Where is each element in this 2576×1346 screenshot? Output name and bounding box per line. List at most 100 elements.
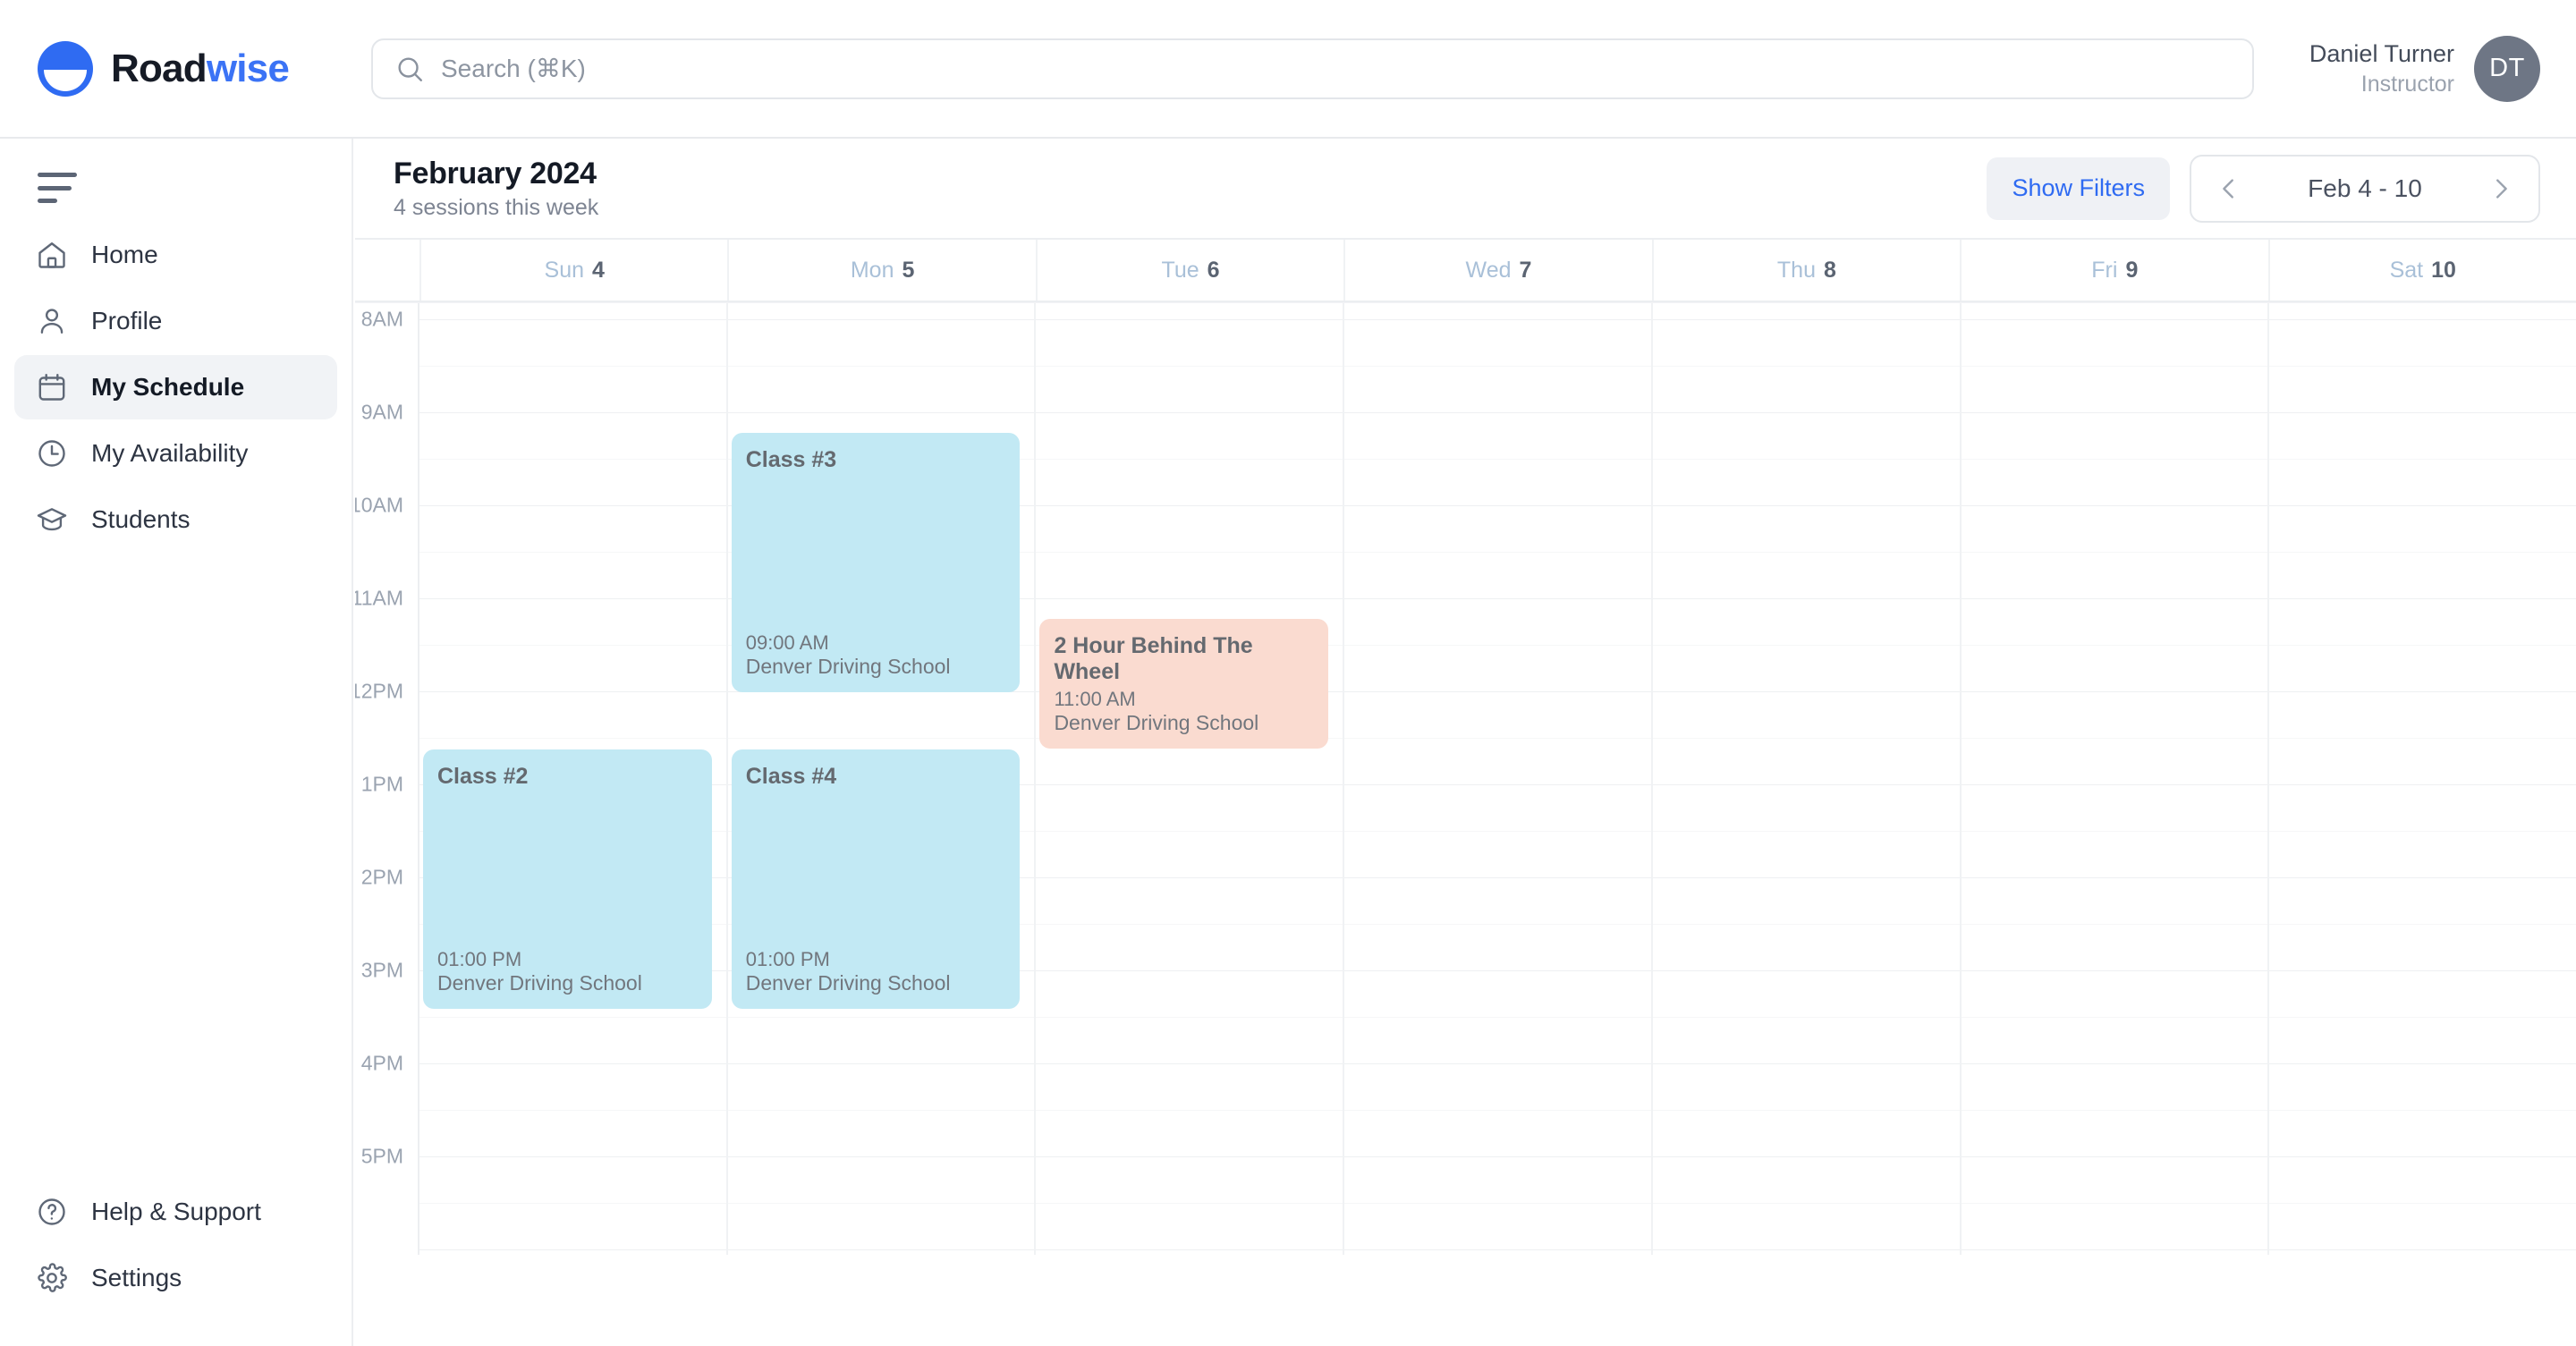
half-hour-line xyxy=(1652,1017,1960,1018)
half-hour-line xyxy=(727,738,1035,739)
half-hour-line xyxy=(1344,1203,1651,1204)
day-header-tue[interactable]: Tue 6 xyxy=(1035,240,1343,301)
next-week-icon[interactable] xyxy=(2483,171,2519,207)
half-hour-line xyxy=(1961,645,2268,646)
avatar[interactable]: DT xyxy=(2474,35,2540,102)
calendar-event[interactable]: Class #2 01:00 PM Denver Driving School xyxy=(423,749,712,1009)
hamburger-line xyxy=(38,173,77,177)
half-hour-line xyxy=(2269,552,2576,553)
hour-line xyxy=(1036,1063,1343,1064)
day-header-sun[interactable]: Sun 4 xyxy=(419,240,727,301)
half-hour-line xyxy=(1344,459,1651,460)
day-number: 10 xyxy=(2431,257,2456,283)
sidebar-item-help-support[interactable]: Help & Support xyxy=(14,1180,337,1244)
day-header-fri[interactable]: Fri 9 xyxy=(1960,240,2267,301)
day-column-wed[interactable] xyxy=(1343,303,1651,1255)
page-title: February 2024 xyxy=(394,156,597,190)
day-column-sun[interactable]: Class #2 01:00 PM Denver Driving School xyxy=(419,303,726,1255)
half-hour-line xyxy=(419,645,726,646)
half-hour-line xyxy=(1652,738,1960,739)
hour-line xyxy=(1344,412,1651,413)
hour-line xyxy=(2269,691,2576,692)
calendar-event[interactable]: Class #3 09:00 AM Denver Driving School xyxy=(731,433,1021,692)
half-hour-line xyxy=(2269,1017,2576,1018)
calendar-event[interactable]: 2 Hour Behind The Wheel 11:00 AM Denver Dr… xyxy=(1039,619,1329,749)
half-hour-line xyxy=(2269,738,2576,739)
day-header-sat[interactable]: Sat 10 xyxy=(2267,240,2576,301)
event-footer: 09:00 AM Denver Driving School xyxy=(746,631,1008,680)
hour-line xyxy=(1344,319,1651,320)
day-header-mon[interactable]: Mon 5 xyxy=(727,240,1035,301)
half-hour-line xyxy=(1344,738,1651,739)
day-header-thu[interactable]: Thu 8 xyxy=(1651,240,1960,301)
half-hour-line xyxy=(1036,1110,1343,1111)
event-title: Class #3 xyxy=(745,447,837,472)
hour-line xyxy=(1961,877,2268,878)
hour-line xyxy=(1344,1063,1651,1064)
search-container xyxy=(353,38,2309,99)
half-hour-line xyxy=(1961,1110,2268,1111)
sidebar-item-label: My Availability xyxy=(91,439,249,467)
half-hour-line xyxy=(419,1017,726,1018)
sidebar-item-label: Profile xyxy=(91,307,163,334)
hour-line xyxy=(2269,598,2576,599)
sidebar-item-label: My Schedule xyxy=(91,373,245,401)
hour-line xyxy=(1961,319,2268,320)
hour-line xyxy=(727,319,1035,320)
previous-week-icon[interactable] xyxy=(2211,171,2247,207)
search-input[interactable] xyxy=(441,54,2231,83)
half-hour-line xyxy=(1652,552,1960,553)
brand-logo[interactable]: Roadwise xyxy=(0,0,353,137)
half-hour-line xyxy=(1961,1017,2268,1018)
sidebar-item-my-schedule[interactable]: My Schedule xyxy=(14,355,337,419)
show-filters-button[interactable]: Show Filters xyxy=(1987,157,2170,220)
hour-line xyxy=(1652,784,1960,785)
day-number: 4 xyxy=(592,257,605,283)
user-profile[interactable]: Daniel Turner Instructor DT xyxy=(2309,35,2576,102)
half-hour-line xyxy=(1344,1110,1651,1111)
day-column-thu[interactable] xyxy=(1650,303,1960,1255)
day-column-tue[interactable]: 2 Hour Behind The Wheel 11:00 AM Denver Dr… xyxy=(1034,303,1343,1255)
day-name: Mon xyxy=(850,257,894,283)
half-hour-line xyxy=(419,552,726,553)
day-number: 6 xyxy=(1207,257,1220,283)
hour-line xyxy=(1961,1063,2268,1064)
day-name: Thu xyxy=(1776,257,1816,283)
sidebar-item-profile[interactable]: Profile xyxy=(14,289,337,353)
hour-line xyxy=(1344,784,1651,785)
top-header: Roadwise Daniel Turner Instructor DT xyxy=(0,0,2576,139)
search-box[interactable] xyxy=(371,38,2254,99)
sidebar-item-my-availability[interactable]: My Availability xyxy=(14,421,337,486)
half-hour-line xyxy=(1961,1203,2268,1204)
half-hour-line xyxy=(419,1203,726,1204)
half-hour-line xyxy=(1036,831,1343,832)
menu-toggle-icon[interactable] xyxy=(38,173,80,203)
graduation-cap-icon xyxy=(34,502,70,538)
half-hour-line xyxy=(419,366,726,367)
time-label: 2PM xyxy=(360,865,403,889)
sidebar-item-settings[interactable]: Settings xyxy=(14,1246,337,1310)
sidebar-item-home[interactable]: Home xyxy=(14,223,337,287)
day-header-wed[interactable]: Wed 7 xyxy=(1343,240,1651,301)
session-count-label: 4 sessions this week xyxy=(394,195,599,221)
calendar-event[interactable]: Class #4 01:00 PM Denver Driving School xyxy=(731,749,1021,1009)
hour-line xyxy=(2269,1156,2576,1157)
half-hour-line xyxy=(1344,366,1651,367)
calendar-grid-scroll[interactable]: 8AM 9AM 10AM 11AM 12PM 1PM 2PM 3PM 4PM 5PM Class … xyxy=(355,302,2576,1255)
half-hour-line xyxy=(727,1203,1035,1204)
day-column-fri[interactable] xyxy=(1959,303,2268,1255)
day-column-sat[interactable] xyxy=(2267,303,2576,1255)
hour-line xyxy=(2269,412,2576,413)
hour-line xyxy=(727,1063,1035,1064)
half-hour-line xyxy=(1961,831,2268,832)
week-range-label: Feb 4 - 10 xyxy=(2308,174,2422,202)
hour-line xyxy=(2269,877,2576,878)
hour-line xyxy=(2269,505,2576,506)
day-name: Sat xyxy=(2389,257,2424,283)
time-label: 8AM xyxy=(360,307,403,331)
time-label: 11AM xyxy=(355,586,403,610)
sidebar-item-students[interactable]: Students xyxy=(14,487,337,552)
day-name: Wed xyxy=(1465,257,1512,283)
brand-name-part1: Road xyxy=(111,46,208,90)
day-column-mon[interactable]: Class #3 09:00 AM Denver Driving School Cla… xyxy=(725,303,1035,1255)
